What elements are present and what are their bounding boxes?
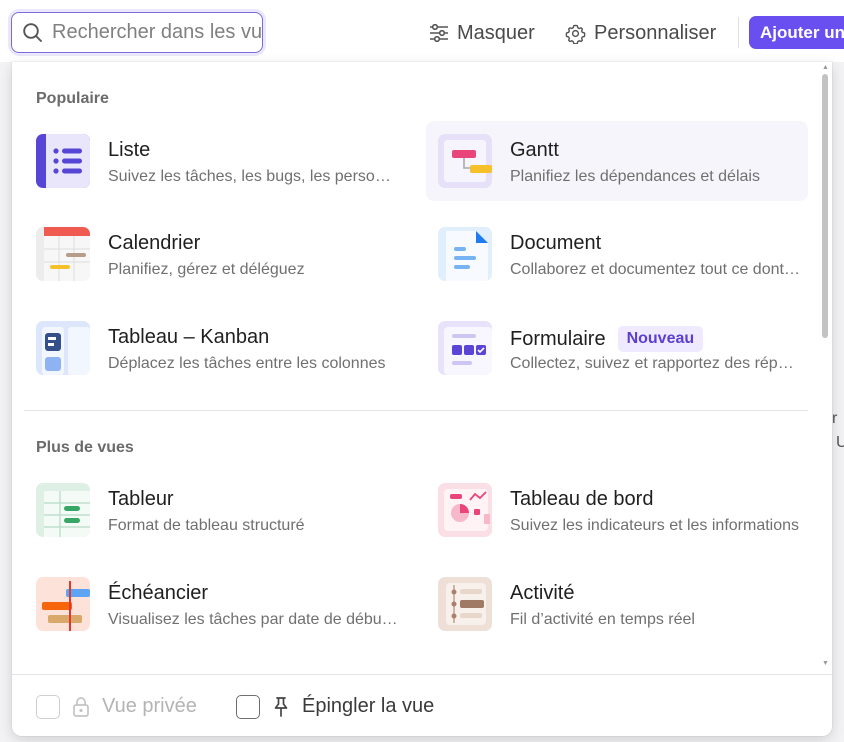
activity-view-icon: [438, 577, 492, 631]
pin-icon: [274, 697, 288, 717]
customize-button[interactable]: Personnaliser: [565, 19, 716, 47]
view-option-description: Fil d’activité en temps réel: [510, 611, 695, 628]
panel-footer: Vue privée Épingler la vue: [12, 674, 832, 736]
view-option-table[interactable]: Tableur Format de tableau structuré: [24, 470, 406, 550]
scroll-up-arrow-icon[interactable]: ▲: [822, 64, 829, 71]
view-option-title: Tableur: [108, 488, 174, 510]
table-view-icon: [36, 483, 90, 537]
view-option-title: Activité: [510, 582, 575, 604]
view-option-form[interactable]: Formulaire Nouveau Collectez, suivez et r…: [426, 308, 808, 388]
board-view-icon: [36, 321, 90, 375]
dashboard-view-icon: [438, 483, 492, 537]
add-view-dropdown: Populaire Liste Suivez les tâches, les b…: [12, 62, 832, 736]
view-option-description: Format de tableau structuré: [108, 517, 305, 534]
new-badge: Nouveau: [617, 326, 704, 352]
search-box[interactable]: [11, 12, 263, 53]
section-title-more-views: Plus de vues: [36, 439, 134, 456]
add-task-button[interactable]: Ajouter une tâche: [749, 16, 844, 49]
private-view-label: Vue privée: [102, 695, 197, 717]
view-option-description: Suivez les indicateurs et les informatio…: [510, 517, 800, 534]
view-option-calendar[interactable]: Calendrier Planifiez, gérez et déléguez: [24, 214, 406, 294]
background-text: r: [832, 410, 838, 427]
hide-button[interactable]: Masquer: [429, 19, 535, 47]
search-input[interactable]: [52, 21, 262, 44]
view-option-description: Collectez, suivez et rapportez des répon…: [510, 355, 800, 372]
view-option-title: Document: [510, 232, 602, 254]
scrollbar-thumb[interactable]: [822, 74, 828, 338]
calendar-view-icon: [36, 227, 90, 281]
view-option-board[interactable]: Tableau – Kanban Déplacez les tâches ent…: [24, 308, 406, 388]
toolbar-divider: [738, 17, 739, 48]
sliders-icon: [430, 24, 448, 42]
view-option-timeline[interactable]: Échéancier Visualisez les tâches par dat…: [24, 564, 406, 644]
view-option-gantt[interactable]: Gantt Planifiez les dépendances et délai…: [426, 121, 808, 201]
view-option-activity[interactable]: Activité Fil d’activité en temps réel: [426, 564, 808, 644]
view-option-description: Planifiez les dépendances et délais: [510, 168, 760, 185]
view-option-document[interactable]: Document Collaborez et documentez tout c…: [426, 214, 808, 294]
document-view-icon: [438, 227, 492, 281]
panel-scrollbar[interactable]: ▲ ▼: [821, 64, 829, 668]
view-option-description: Déplacez les tâches entre les colonnes: [108, 355, 386, 372]
lock-icon: [73, 697, 89, 717]
background-text: U: [836, 434, 844, 451]
view-option-list[interactable]: Liste Suivez les tâches, les bugs, les p…: [24, 121, 406, 201]
scroll-down-arrow-icon[interactable]: ▼: [822, 660, 829, 667]
section-divider: [24, 410, 808, 411]
view-option-title: Calendrier: [108, 232, 201, 254]
view-option-title: Tableau – Kanban: [108, 326, 270, 348]
pin-view-label: Épingler la vue: [302, 695, 435, 717]
view-option-title-text: Formulaire: [510, 328, 606, 350]
search-icon: [23, 23, 42, 42]
private-view-checkbox[interactable]: [36, 695, 60, 719]
view-option-title: Formulaire Nouveau: [510, 326, 704, 352]
view-option-description: Collaborez et documentez tout ce dont vo…: [510, 261, 800, 278]
view-option-description: Suivez les tâches, les bugs, les personn…: [108, 168, 398, 185]
view-option-title: Tableau de bord: [510, 488, 654, 510]
view-option-title: Échéancier: [108, 582, 209, 604]
pin-view-checkbox[interactable]: [236, 695, 260, 719]
section-title-popular: Populaire: [36, 90, 109, 107]
gantt-view-icon: [438, 134, 492, 188]
view-toolbar: Masquer Personnaliser Ajouter une tâche: [0, 0, 844, 62]
gear-icon: [565, 24, 586, 44]
list-view-icon: [36, 134, 90, 188]
customize-label: Personnaliser: [594, 21, 717, 44]
view-option-description: Planifiez, gérez et déléguez: [108, 261, 305, 278]
form-view-icon: [438, 321, 492, 375]
view-option-description: Visualisez les tâches par date de début …: [108, 611, 398, 628]
view-option-dashboard[interactable]: Tableau de bord Suivez les indicateurs e…: [426, 470, 808, 550]
timeline-view-icon: [36, 577, 90, 631]
view-option-title: Liste: [108, 139, 151, 161]
hide-label: Masquer: [457, 21, 535, 44]
view-option-title: Gantt: [510, 139, 559, 161]
